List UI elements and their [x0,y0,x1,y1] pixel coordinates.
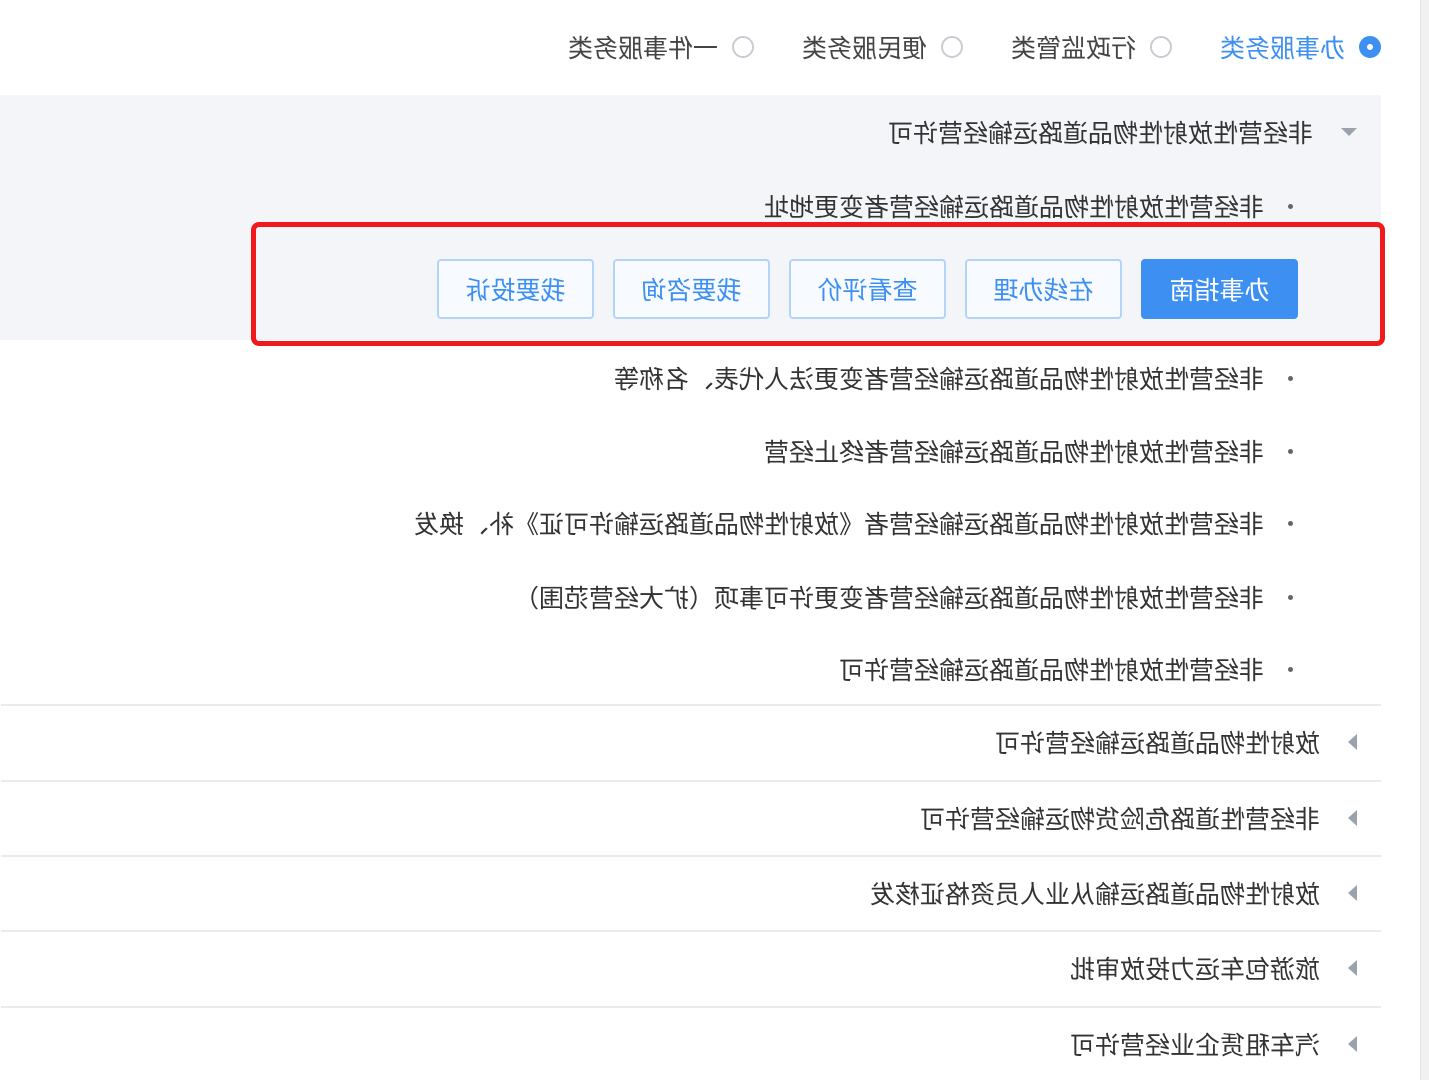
radio-unchecked-icon [1149,36,1172,58]
radio-option-xingzheng[interactable]: 行政监管类 [1011,29,1172,65]
radio-unchecked-icon [731,36,754,58]
sub-item[interactable]: 非经营性放射性物品道路运输经营者《放射性物品道路运输许可证》补、换发 [414,503,1293,543]
caret-right-icon [1348,885,1357,901]
category-title: 汽车租赁企业经营许可 [1069,1031,1320,1060]
radio-label: 办事服务类 [1219,34,1345,63]
radio-option-yijianshi[interactable]: 一件事服务类 [568,29,754,65]
radio-label: 一件事服务类 [567,34,718,63]
caret-down-icon [1341,128,1357,136]
radio-option-banshi[interactable]: 办事服务类 [1220,29,1381,65]
caret-right-icon [1348,1036,1357,1052]
category-title: 非经营性放射性物品道路运输经营许可 [887,119,1313,148]
category-title: 放射性物品道路运输经营许可 [994,729,1320,758]
category-item[interactable]: 旅游包车运力投放审批 [1,930,1381,1004]
radio-unchecked-icon [940,36,963,58]
sub-item-label: 非经营性放射性物品道路运输经营者变更许可事项（扩大经营范围） [513,584,1264,613]
bullet-icon [1288,448,1293,454]
bullet-icon [1288,203,1293,209]
radio-checked-icon [1359,36,1381,58]
sub-item-label: 非经营性放射性物品道路运输经营者《放射性物品道路运输许可证》补、换发 [413,510,1264,539]
category-item[interactable]: 汽车租赁企业经营许可 [1,1006,1381,1080]
sub-item[interactable]: 非经营性放射性物品道路运输经营者终止经营 [764,431,1293,471]
scrollbar[interactable] [1420,0,1429,1080]
sub-item[interactable]: 非经营性放射性物品道路运输经营者变更许可事项（扩大经营范围） [514,577,1293,617]
category-title: 非经营性道路危险货物运输经营许可 [919,805,1320,834]
caret-right-icon [1348,960,1357,976]
service-type-radio-group: 办事服务类 行政监管类 便民服务类 一件事服务类 [520,30,1381,64]
category-item[interactable]: 放射性物品道路运输经营许可 [1,704,1381,778]
caret-right-icon [1348,810,1357,826]
category-item[interactable]: 非经营性道路危险货物运输经营许可 [1,780,1381,854]
sub-item-label: 非经营性放射性物品道路运输经营者变更法人代表、名称等 [613,365,1264,394]
bullet-icon [1288,666,1293,672]
bullet-icon [1288,520,1293,526]
radio-label: 便民服务类 [801,34,927,63]
sub-item-label: 非经营性放射性物品道路运输经营者终止经营 [763,438,1264,467]
bullet-icon [1288,375,1293,381]
bullet-icon [1288,594,1293,600]
sub-item[interactable]: 非经营性放射性物品道路运输经营者变更地址 [764,186,1293,226]
sub-item[interactable]: 非经营性放射性物品道路运输经营许可 [839,649,1293,689]
category-title: 旅游包车运力投放审批 [1069,955,1320,984]
category-item[interactable]: 放射性物品道路运输从业人员资格证核发 [1,855,1381,929]
radio-option-bianmin[interactable]: 便民服务类 [802,29,963,65]
caret-right-icon [1348,734,1357,750]
radio-label: 行政监管类 [1010,34,1136,63]
category-expanded-header[interactable]: 非经营性放射性物品道路运输经营许可 [1,95,1381,169]
sub-item-label: 非经营性放射性物品道路运输经营者变更地址 [763,193,1264,222]
sub-item[interactable]: 非经营性放射性物品道路运输经营者变更法人代表、名称等 [614,358,1293,398]
highlight-box [251,222,1385,346]
category-title: 放射性物品道路运输从业人员资格证核发 [869,880,1320,909]
sub-item-label: 非经营性放射性物品道路运输经营许可 [838,656,1264,685]
